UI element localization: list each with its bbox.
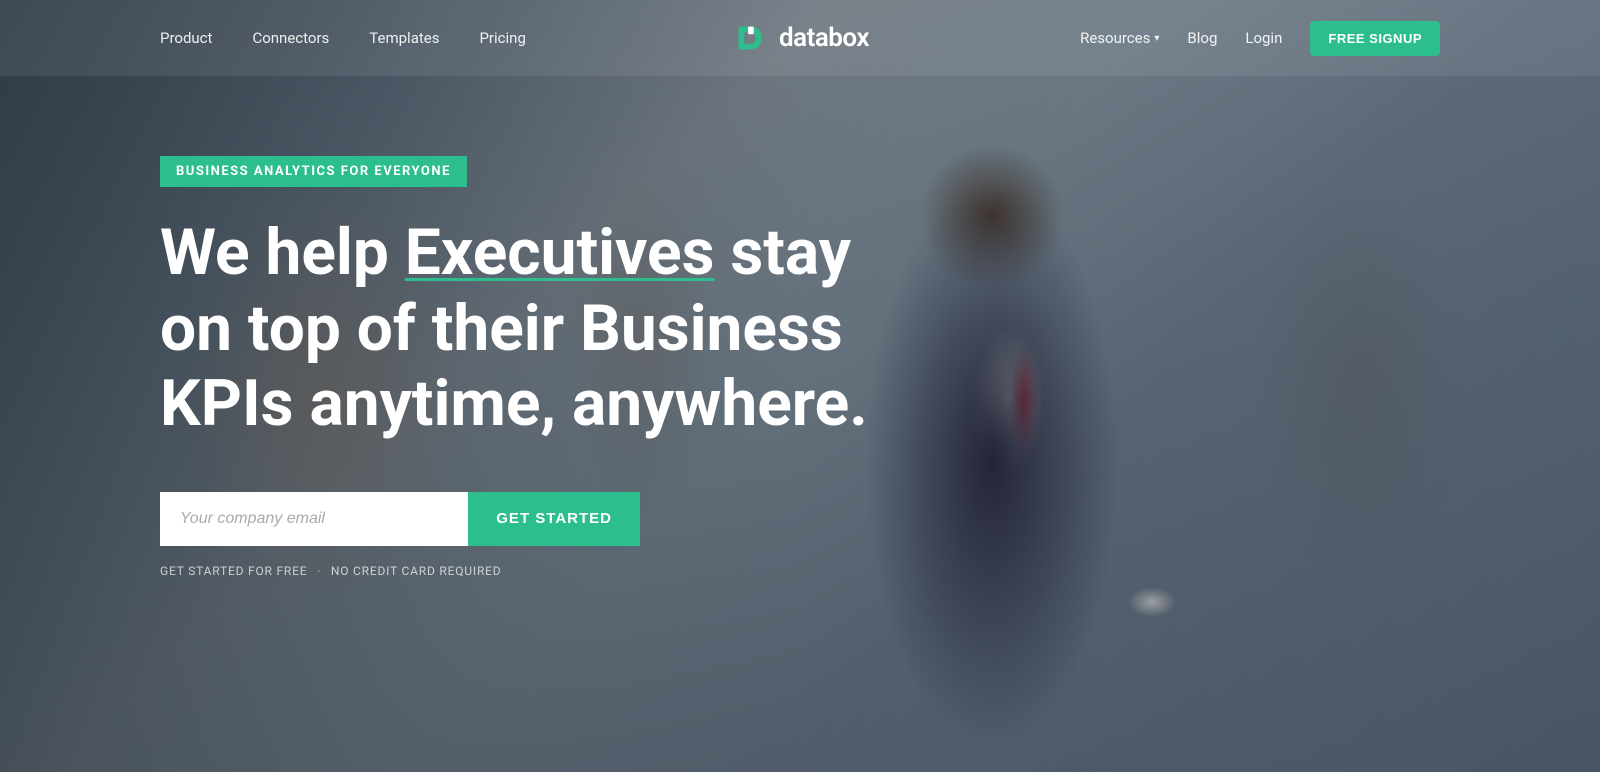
subtext-no-cc: NO CREDIT CARD REQUIRED — [331, 564, 502, 578]
hero-subtext: GET STARTED FOR FREE · NO CREDIT CARD RE… — [160, 564, 1440, 578]
subtext-separator: · — [317, 564, 321, 578]
subtext-free: GET STARTED FOR FREE — [160, 564, 307, 578]
free-signup-button[interactable]: FREE SIGNUP — [1310, 21, 1440, 56]
email-input[interactable] — [160, 492, 468, 546]
nav-link-templates[interactable]: Templates — [369, 29, 439, 47]
headline-highlight: Executives — [405, 215, 715, 290]
signup-form: GET STARTED — [160, 492, 640, 546]
hero-section: BUSINESS ANALYTICS FOR EVERYONE We help … — [0, 76, 1600, 578]
hero-headline: We help Executives stay on top of their … — [160, 215, 880, 442]
nav-link-connectors[interactable]: Connectors — [252, 29, 329, 47]
get-started-button[interactable]: GET STARTED — [468, 492, 640, 546]
navbar: Product Connectors Templates Pricing dat… — [0, 0, 1600, 76]
nav-link-login[interactable]: Login — [1245, 29, 1282, 47]
brand-name: databox — [779, 23, 869, 53]
nav-left: Product Connectors Templates Pricing — [160, 29, 526, 47]
nav-link-resources[interactable]: Resources ▾ — [1080, 29, 1159, 47]
resources-chevron-icon: ▾ — [1154, 33, 1159, 44]
headline-text-part1: We help — [160, 215, 405, 290]
nav-link-product[interactable]: Product — [160, 29, 212, 47]
nav-link-pricing[interactable]: Pricing — [479, 29, 525, 47]
brand-logo[interactable]: databox — [731, 19, 869, 57]
nav-link-blog[interactable]: Blog — [1187, 29, 1217, 47]
nav-right: Resources ▾ Blog Login FREE SIGNUP — [1080, 21, 1440, 56]
databox-logo-icon — [731, 19, 769, 57]
hero-badge: BUSINESS ANALYTICS FOR EVERYONE — [160, 156, 467, 187]
